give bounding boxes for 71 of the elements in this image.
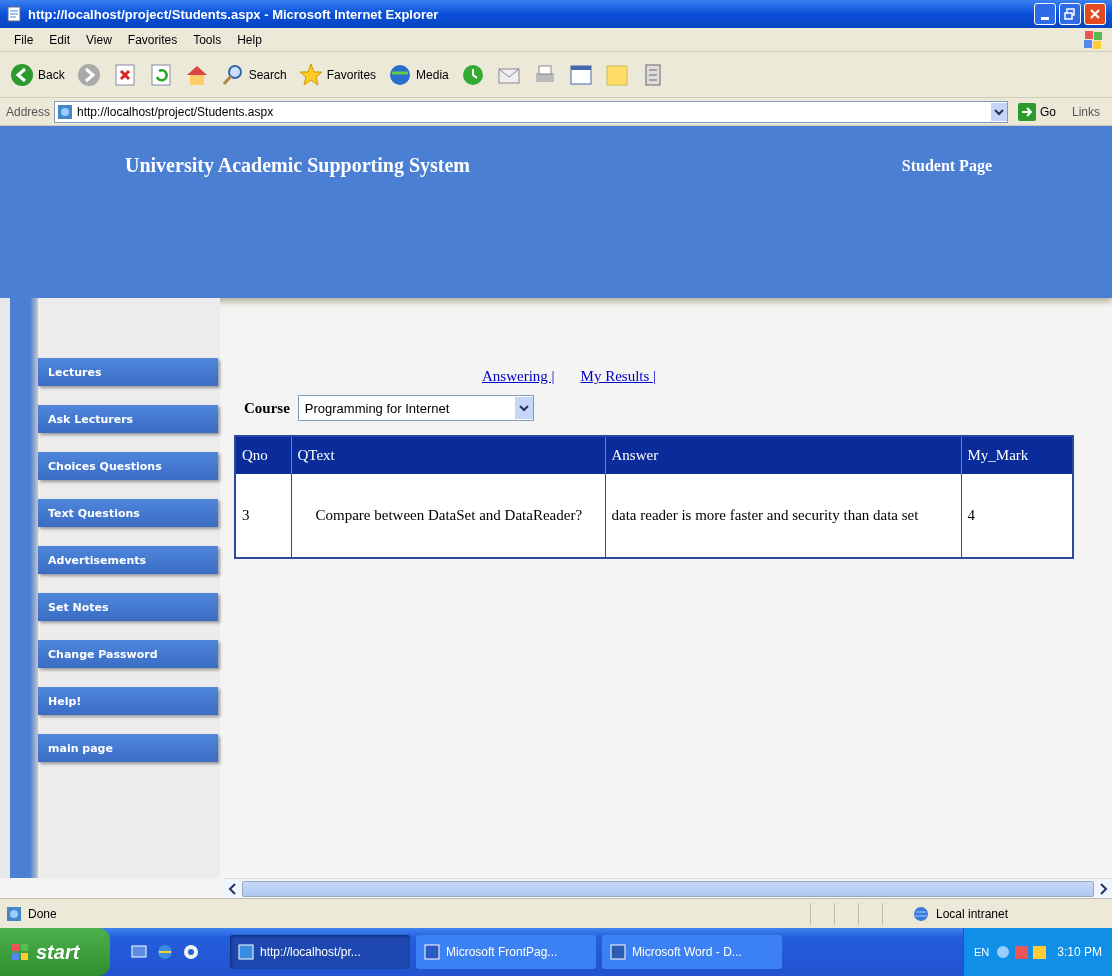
- taskbar-button[interactable]: http://localhost/pr...: [230, 935, 410, 969]
- zone-text: Local intranet: [936, 906, 1010, 921]
- status-text: Done: [28, 906, 58, 921]
- search-button[interactable]: Search: [216, 60, 291, 89]
- restore-icon: [1064, 8, 1076, 20]
- browser-icon[interactable]: [156, 943, 174, 961]
- page-subtitle: Student Page: [901, 156, 992, 177]
- history-icon: [460, 62, 485, 87]
- star-icon: [298, 62, 323, 87]
- sidebar-item[interactable]: Help!: [38, 687, 218, 715]
- site-title: University Academic Supporting System: [125, 154, 470, 179]
- column-header: Answer: [605, 436, 961, 474]
- menu-item[interactable]: View: [78, 32, 120, 47]
- search-icon: [220, 62, 245, 87]
- app-icon: [238, 944, 254, 960]
- close-icon: [1089, 8, 1101, 20]
- refresh-icon: [148, 62, 173, 87]
- column-header: QText: [291, 436, 605, 474]
- tab-link[interactable]: Answering |: [482, 368, 555, 385]
- windows-logo-icon: [10, 942, 30, 962]
- clock: 3:10 PM: [1057, 945, 1102, 959]
- address-label: Address: [6, 104, 51, 119]
- sidebar-item[interactable]: Set Notes: [38, 593, 218, 621]
- sidebar-item[interactable]: Ask Lecturers: [38, 405, 218, 433]
- app-icon: [610, 944, 626, 960]
- edit-icon: [568, 62, 593, 87]
- tab-link[interactable]: My Results |: [580, 368, 657, 385]
- menu-item[interactable]: Favorites: [119, 32, 186, 47]
- course-label: Course: [244, 399, 290, 417]
- media-button[interactable]: Media: [384, 60, 453, 89]
- sidebar-item[interactable]: main page: [38, 734, 218, 762]
- column-header: My_Mark: [961, 436, 1073, 474]
- sidebar-item[interactable]: Choices Questions: [38, 452, 218, 480]
- table-cell: Compare between DataSet and DataReader?: [291, 474, 605, 558]
- stop-icon: [112, 62, 137, 87]
- page-icon: [6, 6, 22, 22]
- back-button[interactable]: Back: [6, 60, 69, 89]
- media-icon: [388, 62, 413, 87]
- table-cell: 4: [961, 474, 1073, 558]
- sidebar-item[interactable]: Change Password: [38, 640, 218, 668]
- sidebar-item[interactable]: Lectures: [38, 358, 218, 386]
- forward-icon: [76, 62, 101, 87]
- table-cell: data reader is more faster and security than data set: [605, 474, 961, 558]
- sidebar-item[interactable]: Advertisements: [38, 546, 218, 574]
- menu-item[interactable]: Tools: [185, 32, 230, 47]
- sidebar-item[interactable]: Text Questions: [38, 499, 218, 527]
- page-icon: [6, 905, 22, 922]
- page-icon: [57, 103, 74, 120]
- course-dropdown[interactable]: Programming for Internet: [297, 395, 534, 421]
- favorites-button[interactable]: Favorites: [294, 60, 381, 89]
- back-icon: [10, 62, 34, 87]
- address-field[interactable]: http://localhost/project/Students.aspx: [54, 100, 1008, 123]
- horizontal-scrollbar[interactable]: [224, 878, 1112, 898]
- globe-icon: [912, 905, 930, 922]
- menu-item[interactable]: Help: [229, 32, 270, 47]
- menu-item[interactable]: Edit: [41, 32, 79, 47]
- minimize-button[interactable]: [1034, 3, 1056, 25]
- minimize-icon: [1041, 16, 1049, 20]
- window-title: http://localhost/project/Students.aspx - Microsoft Internet Explorer: [28, 6, 440, 22]
- taskbar-button[interactable]: Microsoft Word - D...: [602, 935, 782, 969]
- media-icon[interactable]: [182, 943, 200, 961]
- taskbar-button[interactable]: Microsoft FrontPag...: [416, 935, 596, 969]
- menu-item[interactable]: File: [6, 32, 42, 47]
- column-header: Qno: [235, 436, 291, 474]
- go-button[interactable]: Go: [1011, 101, 1062, 122]
- desktop-icon[interactable]: [130, 943, 148, 961]
- close-button[interactable]: [1084, 3, 1106, 25]
- links-button[interactable]: Links: [1066, 104, 1106, 119]
- maximize-button[interactable]: [1059, 3, 1081, 25]
- app-icon: [424, 944, 440, 960]
- table-cell: 3: [235, 474, 291, 558]
